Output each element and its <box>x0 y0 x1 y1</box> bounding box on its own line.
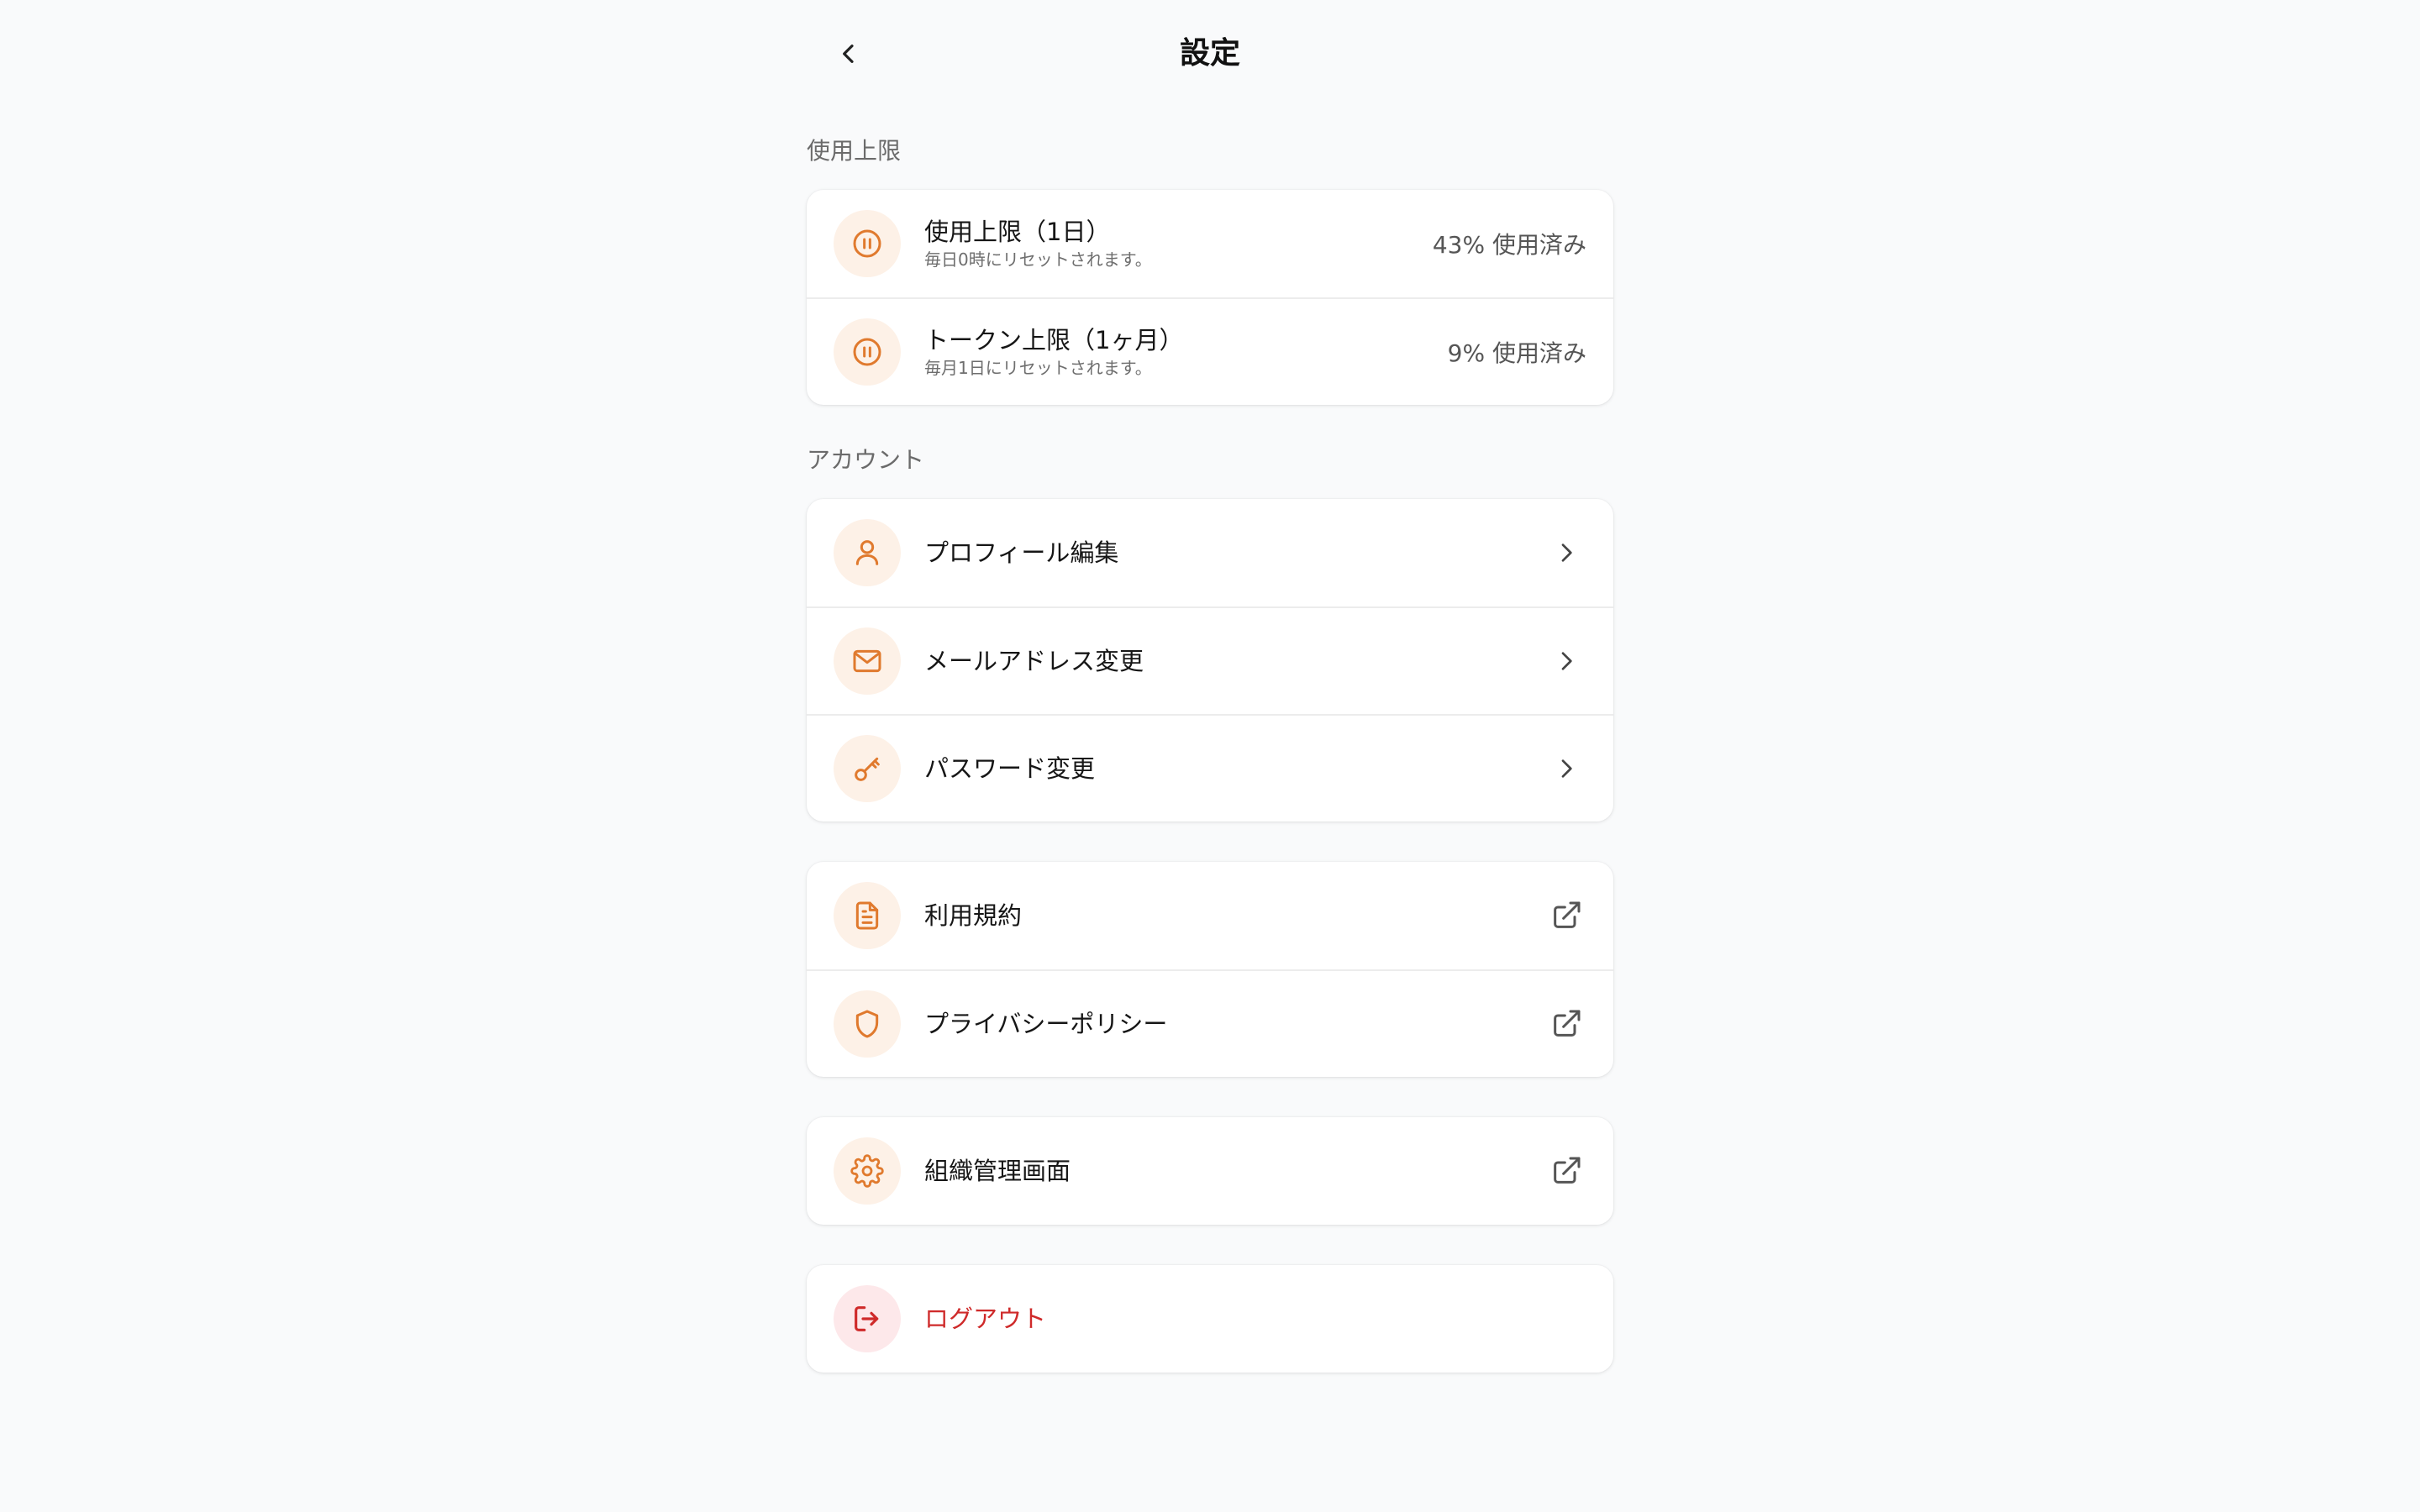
shield-icon <box>855 1010 879 1038</box>
profile-edit-text: プロフィール編集 <box>924 537 1546 569</box>
org-admin-icon-wrap <box>834 1137 901 1205</box>
user-icon <box>855 540 879 565</box>
logout-text: ログアウト <box>924 1303 1586 1335</box>
org-admin-text: 組織管理画面 <box>924 1155 1546 1187</box>
org-admin-link[interactable]: 組織管理画面 <box>807 1117 1613 1225</box>
email-change-trail <box>1546 641 1586 681</box>
usage-monthly-icon-wrap <box>834 318 901 386</box>
usage-daily-value: 43% 使用済み <box>1432 231 1586 259</box>
terms-text: 利用規約 <box>924 900 1546 932</box>
legal-card: 利用規約 プライバシーポリシー <box>807 862 1613 1077</box>
terms-link[interactable]: 利用規約 <box>807 862 1613 969</box>
external-link-icon <box>1554 1157 1581 1184</box>
pause-circle-icon <box>853 229 881 258</box>
chevron-right-icon <box>1561 759 1572 778</box>
profile-edit-trail <box>1546 533 1586 573</box>
org-admin-label: 組織管理画面 <box>924 1157 1071 1185</box>
page-title: 設定 <box>1179 36 1240 71</box>
admin-card: 組織管理画面 <box>807 1117 1613 1225</box>
password-icon-wrap <box>834 735 901 802</box>
usage-card: 使用上限（1日） 毎日0時にリセットされます。 43% 使用済み トークン上限（… <box>807 190 1613 405</box>
password-change-label: パスワード変更 <box>924 754 1096 783</box>
usage-monthly-value: 9% 使用済み <box>1447 339 1586 367</box>
email-icon-wrap <box>834 627 901 695</box>
terms-icon-wrap <box>834 882 901 949</box>
usage-monthly-text: トークン上限（1ヶ月） 毎月1日にリセットされます。 <box>924 324 1434 380</box>
logout-icon-wrap <box>834 1285 901 1352</box>
usage-daily-title: 使用上限（1日） <box>924 218 1111 246</box>
account-card: プロフィール編集 メールアドレス変更 パスワード変更 <box>807 499 1613 822</box>
privacy-text: プライバシーポリシー <box>924 1008 1546 1040</box>
usage-monthly-subtitle: 毎月1日にリセットされます。 <box>924 358 1152 378</box>
privacy-icon-wrap <box>834 990 901 1058</box>
privacy-policy-link[interactable]: プライバシーポリシー <box>807 969 1613 1077</box>
password-change-button[interactable]: パスワード変更 <box>807 714 1613 822</box>
chevron-right-icon <box>1561 543 1572 562</box>
logout-label: ログアウト <box>924 1305 1047 1333</box>
email-change-button[interactable]: メールアドレス変更 <box>807 606 1613 714</box>
usage-section-label: 使用上限 <box>807 137 902 165</box>
usage-daily-icon-wrap <box>834 210 901 277</box>
external-link-icon <box>1554 901 1581 928</box>
chevron-right-icon <box>1561 652 1572 670</box>
org-admin-trail <box>1546 1151 1586 1191</box>
privacy-label: プライバシーポリシー <box>924 1010 1168 1038</box>
usage-row-monthly: トークン上限（1ヶ月） 毎月1日にリセットされます。 9% 使用済み <box>807 297 1613 405</box>
account-section-label: アカウント <box>807 446 925 474</box>
logout-button[interactable]: ログアウト <box>807 1265 1613 1373</box>
header: 設定 <box>807 0 1613 108</box>
usage-monthly-title: トークン上限（1ヶ月） <box>924 326 1184 354</box>
pause-circle-icon <box>853 338 881 366</box>
usage-section: 使用上限 使用上限（1日） 毎日0時にリセットされます。 43% 使用済み トー… <box>807 134 1613 405</box>
key-icon <box>855 757 880 781</box>
external-link-icon <box>1554 1010 1581 1037</box>
profile-edit-label: プロフィール編集 <box>924 538 1119 567</box>
terms-label: 利用規約 <box>924 901 1023 930</box>
privacy-trail <box>1546 1004 1586 1044</box>
account-section: アカウント プロフィール編集 メールアドレス変更 パスワード変更 <box>807 444 1613 822</box>
email-change-text: メールアドレス変更 <box>924 645 1546 677</box>
document-icon <box>855 901 879 930</box>
profile-edit-button[interactable]: プロフィール編集 <box>807 499 1613 606</box>
profile-icon-wrap <box>834 519 901 586</box>
terms-trail <box>1546 895 1586 936</box>
logout-card: ログアウト <box>807 1265 1613 1373</box>
email-change-label: メールアドレス変更 <box>924 647 1144 675</box>
settings-page: 設定 使用上限 使用上限（1日） 毎日0時にリセットされます。 43% 使用済み <box>807 0 1613 1373</box>
password-change-trail <box>1546 748 1586 789</box>
mail-icon <box>853 649 881 673</box>
usage-row-daily: 使用上限（1日） 毎日0時にリセットされます。 43% 使用済み <box>807 190 1613 297</box>
gear-icon <box>850 1154 884 1188</box>
password-change-text: パスワード変更 <box>924 753 1546 785</box>
usage-daily-text: 使用上限（1日） 毎日0時にリセットされます。 <box>924 216 1419 271</box>
logout-icon <box>855 1306 879 1331</box>
usage-daily-subtitle: 毎日0時にリセットされます。 <box>924 249 1152 270</box>
